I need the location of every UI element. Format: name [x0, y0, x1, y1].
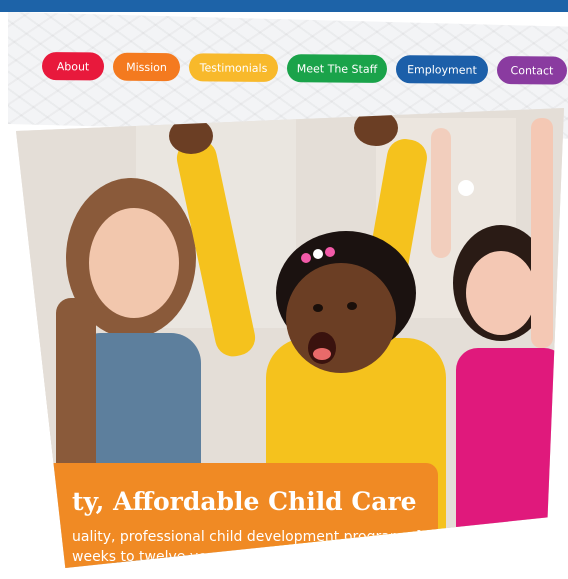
hero-section: ty, Affordable Child Care uality, profes… — [16, 108, 564, 568]
hero-description-line-2: weeks to twelve years at price — [72, 549, 287, 565]
nav-meet-the-staff-button[interactable]: Meet The Staff — [286, 54, 388, 84]
nav-mission-button[interactable]: Mission — [112, 52, 181, 82]
hero-description-line-1: uality, professional child development p… — [72, 529, 421, 545]
main-nav: About Mission Testimonials Meet The Staf… — [41, 52, 568, 87]
top-bar — [0, 0, 568, 12]
nav-contact-button[interactable]: Contact — [496, 55, 568, 85]
hero-description: uality, professional child development p… — [72, 527, 452, 567]
nav-employment-button[interactable]: Employment — [395, 55, 489, 84]
hero-banner: ty, Affordable Child Care uality, profes… — [46, 463, 438, 568]
hero-title: ty, Affordable Child Care — [72, 487, 417, 516]
nav-testimonials-button[interactable]: Testimonials — [188, 53, 279, 83]
nav-about-button[interactable]: About — [41, 52, 105, 81]
